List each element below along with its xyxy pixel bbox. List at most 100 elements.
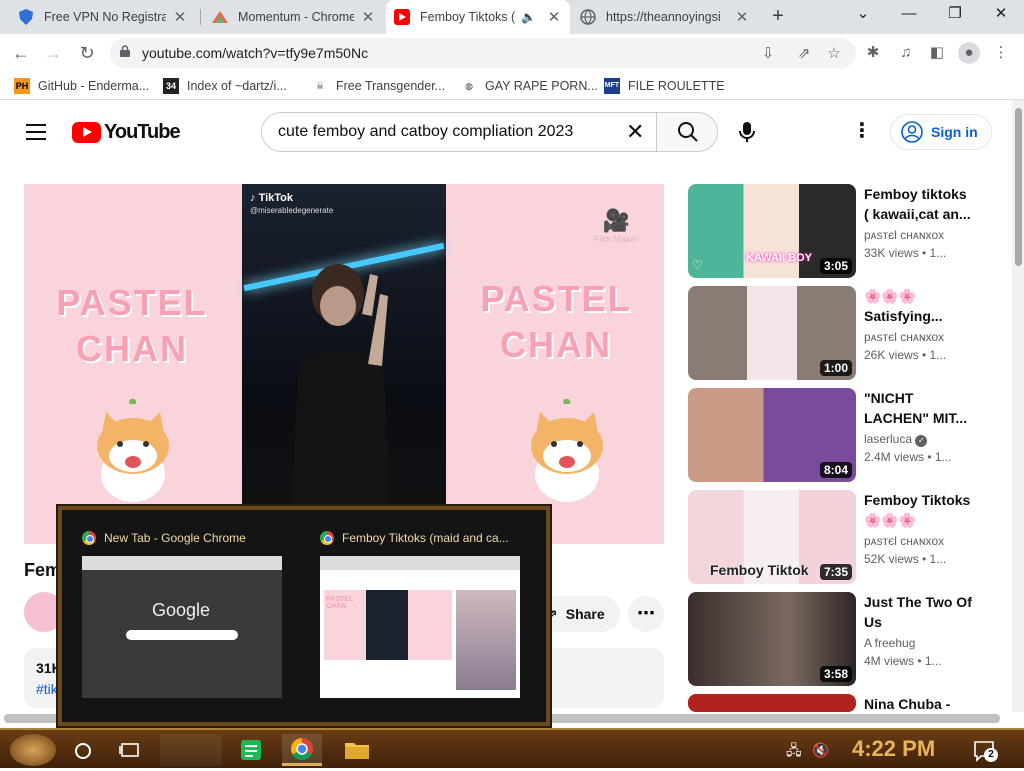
video-thumbnail[interactable] [688, 694, 856, 712]
skull-icon: ☠ [315, 81, 325, 91]
notification-count-badge: 2 [984, 748, 998, 762]
speaker-icon[interactable]: 🔈 [521, 10, 536, 24]
ph-logo-icon: PH [14, 78, 30, 94]
back-button[interactable]: ← [8, 40, 34, 66]
account-circle-icon [901, 121, 923, 143]
minimize-button[interactable]: — [886, 0, 932, 30]
search-button[interactable] [656, 112, 718, 152]
bookmark-globe-site[interactable]: ◍ GAY RAPE PORN... [461, 77, 598, 95]
recommended-video[interactable]: 1:00 🌸🌸🌸 Satisfying... pᴀsтєl ᴄʜᴀɴxox 26… [688, 286, 1008, 382]
shiba-dog-sticker-left [97, 398, 169, 502]
taskbar-empty-slot [160, 734, 222, 766]
notes-app-icon[interactable] [238, 734, 264, 766]
start-button[interactable] [10, 734, 56, 766]
search-icon [678, 122, 698, 142]
url-text: youtube.com/watch?v=tfy9e7m50Nc [142, 45, 369, 61]
tab-search-chevron-icon[interactable]: ⌄ [840, 0, 886, 30]
tab-theannoyingsite[interactable]: https://theannoyingsi ✕ [572, 0, 758, 34]
network-icon[interactable]: 🖧 [786, 734, 804, 766]
bookmark-github[interactable]: PH GitHub - Enderma... [14, 77, 149, 95]
volume-muted-icon[interactable]: 🔇 [812, 734, 832, 766]
taskbar-clock[interactable]: 4:22 PM [852, 736, 935, 762]
video-thumbnail[interactable]: 3:58 [688, 592, 856, 686]
taskbar-window-preview: New Tab - Google Chrome Google Femboy Ti… [58, 506, 550, 726]
tab-close-icon[interactable]: ✕ [172, 8, 188, 26]
tab-close-icon[interactable]: ✕ [360, 8, 376, 26]
side-panel-icon[interactable]: ◧ [926, 42, 948, 64]
close-window-button[interactable]: ✕ [978, 0, 1024, 30]
lock-icon [120, 45, 130, 57]
video-thumbnail[interactable]: Femboy Tiktok 7:35 [688, 490, 856, 584]
youtube-favicon-icon [394, 9, 410, 25]
file-explorer-folder-icon[interactable] [342, 734, 372, 766]
preview-thumbnail: Google [82, 556, 282, 698]
video-thumbnail[interactable]: 1:00 [688, 286, 856, 380]
extensions-puzzle-icon[interactable]: ✱ [862, 42, 884, 64]
browser-toolbar: ← → ↻ youtube.com/watch?v=tfy9e7m50Nc ⇩ … [0, 34, 1024, 72]
media-control-icon[interactable]: ♫ [895, 42, 917, 64]
globe-icon: ◍ [465, 81, 473, 91]
recommended-video[interactable]: 3:58 Just The Two Of Us A freehug 4M vie… [688, 592, 1008, 688]
more-actions-button[interactable]: ⋯ [628, 596, 664, 632]
new-tab-button[interactable]: + [766, 5, 790, 29]
recommended-video[interactable]: Femboy Tiktok 7:35 Femboy Tiktoks 🌸🌸🌸 pᴀ… [688, 490, 1008, 586]
mft-icon: MFT [604, 78, 620, 94]
bookmark-file-roulette[interactable]: MFT FILE ROULETTE [604, 77, 725, 95]
task-view-icon[interactable] [118, 734, 142, 766]
index-34-icon: 34 [163, 78, 179, 94]
preview-new-tab[interactable]: New Tab - Google Chrome Google [82, 528, 292, 698]
profile-avatar-icon[interactable]: ● [958, 42, 980, 64]
recommended-video[interactable]: Nina Chuba - [688, 694, 1008, 712]
vpn-shield-icon [18, 9, 34, 25]
recommended-video[interactable]: KAWAII BOY ♡ 3:05 Femboy tiktoks ( kawai… [688, 184, 1008, 280]
video-player[interactable]: PASTEL CHAN PASTEL CHAN 🎥 Film Maker ♪ T… [24, 184, 664, 544]
chrome-icon [291, 738, 313, 760]
film-maker-watermark: 🎥 Film Maker [594, 208, 639, 244]
clear-search-icon[interactable]: ✕ [626, 119, 644, 145]
chrome-icon [320, 531, 334, 545]
bookmark-star-icon[interactable]: ☆ [824, 44, 844, 64]
tab-momentum[interactable]: Momentum - Chrome W ✕ [204, 0, 384, 34]
address-bar[interactable]: youtube.com/watch?v=tfy9e7m50Nc ⇩ ⇗ ☆ [110, 38, 856, 68]
heart-icon: ♡ [692, 258, 703, 272]
taskbar-chrome-button[interactable] [282, 734, 322, 766]
youtube-header: YouTube cute femboy and catboy compliati… [0, 100, 1012, 164]
youtube-logo[interactable]: YouTube [72, 121, 181, 144]
search-input[interactable]: cute femboy and catboy compliation 2023 … [261, 112, 657, 152]
reload-button[interactable]: ↻ [74, 40, 100, 66]
notification-center-icon[interactable]: 2 [972, 734, 998, 766]
preview-femboy-tiktoks[interactable]: Femboy Tiktoks (maid and ca... PASTEL CH… [320, 528, 530, 698]
page-vertical-scrollbar[interactable] [1012, 100, 1024, 712]
menu-hamburger-icon[interactable] [26, 124, 46, 140]
windows-taskbar: 🖧 🔇 4:22 PM 2 [0, 728, 1024, 768]
bookmark-index-dartz[interactable]: 34 Index of ~dartz/i... [163, 77, 287, 95]
maximize-button[interactable]: ❐ [932, 0, 978, 30]
settings-more-icon[interactable]: ⋮ [852, 120, 872, 144]
bookmark-free-transgender[interactable]: ☠ Free Transgender... [312, 77, 445, 95]
install-app-icon[interactable]: ⇩ [758, 44, 778, 64]
sign-in-button[interactable]: Sign in [890, 114, 992, 150]
tab-youtube-active[interactable]: Femboy Tiktoks ( 🔈 ✕ [386, 0, 570, 34]
person-figure [290, 264, 392, 544]
voice-search-mic-icon[interactable] [733, 118, 761, 146]
pastel-chan-overlay-right: PASTEL CHAN [480, 278, 632, 365]
video-thumbnail[interactable]: KAWAII BOY ♡ 3:05 [688, 184, 856, 278]
share-icon[interactable]: ⇗ [794, 44, 814, 64]
shiba-dog-sticker-right [531, 398, 603, 502]
chrome-menu-icon[interactable]: ⋮ [990, 42, 1012, 64]
cortana-circle-icon[interactable] [72, 734, 94, 766]
chrome-icon [82, 531, 96, 545]
recommended-video[interactable]: 8:04 "NICHT LACHEN" MIT... laserluca ✓ 2… [688, 388, 1008, 484]
tiktok-logo: ♪ TikTok [250, 192, 293, 204]
preview-thumbnail: PASTEL CHAN [320, 556, 520, 698]
tab-close-icon[interactable]: ✕ [734, 8, 750, 26]
forward-button[interactable]: → [40, 40, 66, 66]
bookmarks-bar: PH GitHub - Enderma... 34 Index of ~dart… [0, 72, 1024, 100]
tab-close-icon[interactable]: ✕ [546, 8, 562, 26]
pastel-chan-overlay-left: PASTEL CHAN [56, 282, 208, 369]
tab-free-vpn[interactable]: Free VPN No Registra ✕ [10, 0, 196, 34]
tiktok-video-frame: ♪ TikTok @miserabledegenerate [242, 184, 446, 544]
video-title: Fem [24, 560, 62, 580]
youtube-play-icon [72, 122, 101, 143]
video-thumbnail[interactable]: 8:04 [688, 388, 856, 482]
